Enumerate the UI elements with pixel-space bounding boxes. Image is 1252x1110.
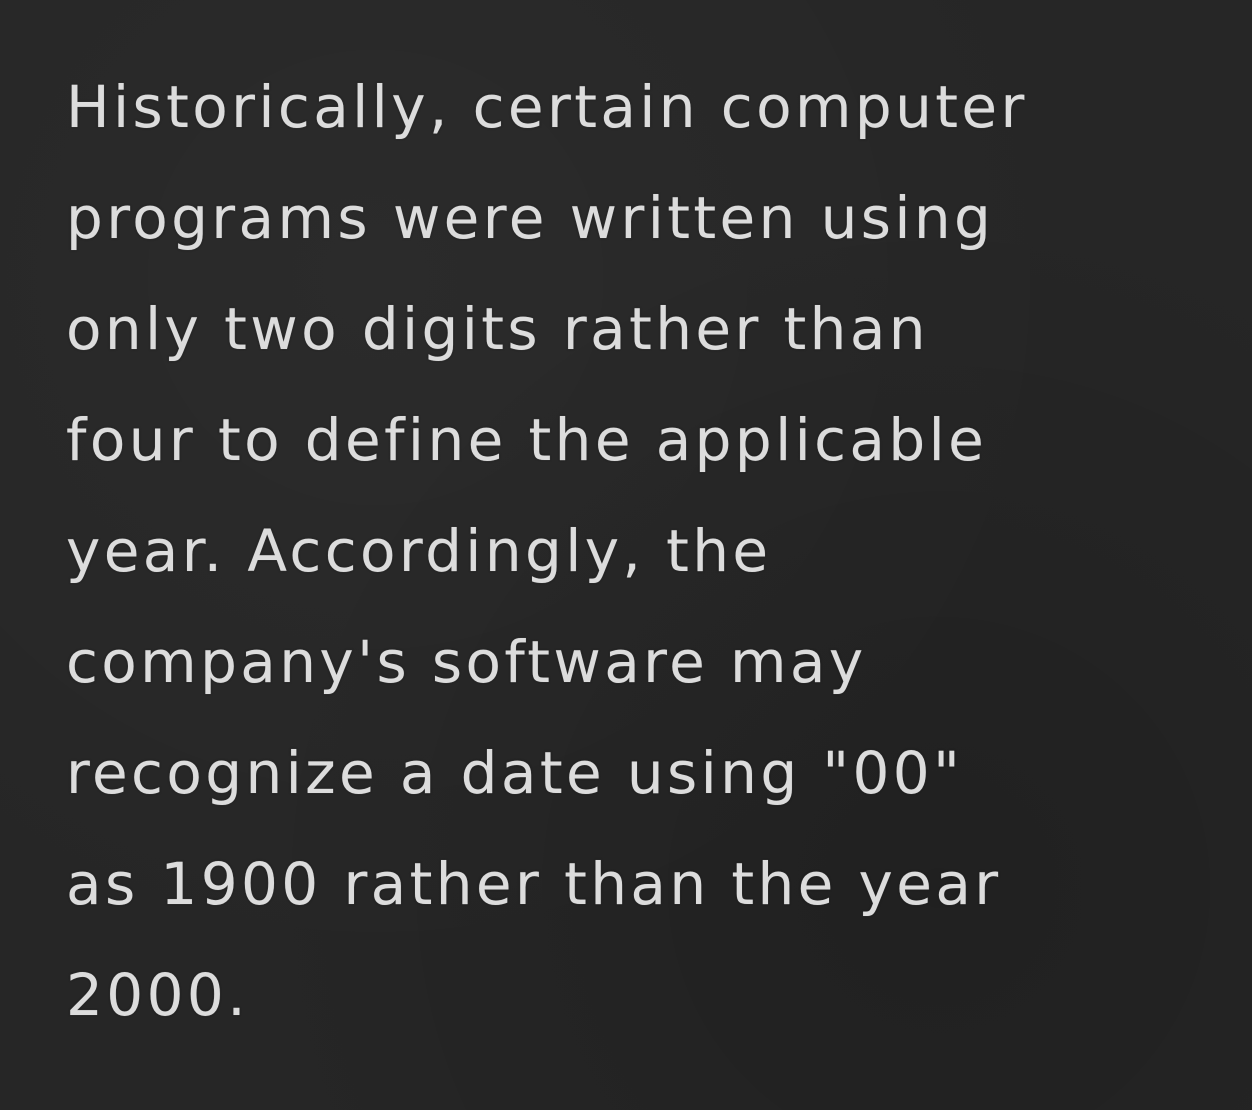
paragraph-line: as 1900 rather than the year (66, 850, 1002, 918)
paragraph: Historically, certain computer programs … (66, 52, 1028, 1051)
paragraph-line: recognize a date using "00" (66, 739, 964, 807)
paragraph-line: programs were written using (66, 184, 995, 252)
paragraph-line: year. Accordingly, the (66, 517, 772, 585)
paragraph-line: four to define the applicable (66, 406, 988, 474)
document-panel: Historically, certain computer programs … (0, 0, 1252, 1110)
paragraph-line: company's software may (66, 628, 867, 696)
paragraph-line: only two digits rather than (66, 295, 929, 363)
paragraph-line: Historically, certain computer (66, 73, 1028, 141)
paragraph-line: 2000. (66, 961, 250, 1029)
